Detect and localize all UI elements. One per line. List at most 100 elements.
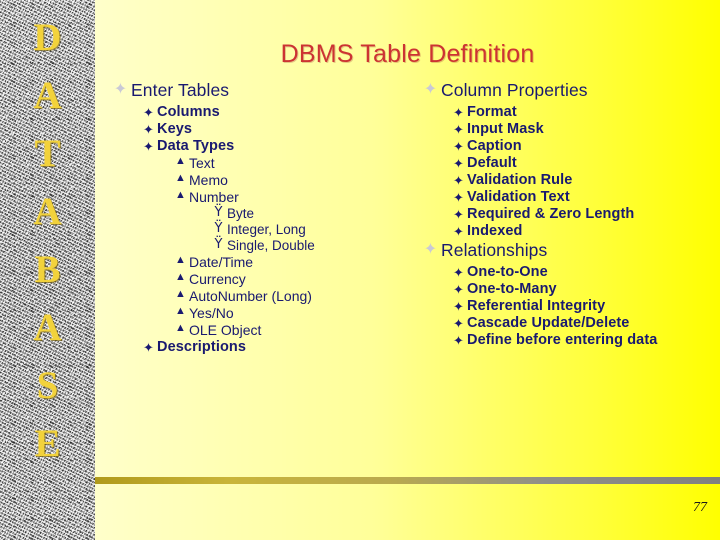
outline-item-label: Caption (467, 138, 522, 154)
footer-divider-rule (95, 477, 720, 484)
outline-item-label: Single, Double (227, 238, 315, 253)
outline-item-level-2: ✦ One-to-Many (450, 281, 720, 297)
outline-item-level-1: ✦ Relationships (420, 240, 720, 261)
bullet-level-1-icon: ✦ (113, 81, 128, 98)
outline-item-level-2: ✦ Keys (140, 121, 420, 137)
bullet-level-3-icon: ▲ (175, 322, 186, 334)
bullet-level-4-icon: Ÿ (214, 205, 223, 220)
sidebar-letter: B (34, 248, 61, 291)
emphasised-word: before (516, 332, 561, 348)
outline-item-label: Indexed (467, 223, 523, 239)
outline-item-level-1: ✦ Column Properties (420, 80, 720, 101)
bullet-level-2-icon: ✦ (143, 340, 154, 355)
bullet-level-2-icon: ✦ (143, 122, 154, 137)
outline-item-label: Byte (227, 206, 255, 221)
outline-item-label: Column Properties (441, 80, 588, 100)
outline-item-label: Relationships (441, 240, 548, 260)
outline-item-level-3: ▲ Memo (172, 172, 420, 188)
outline-item-level-2: ✦ Input Mask (450, 121, 720, 137)
outline-item-level-2: ✦ Descriptions (140, 339, 420, 355)
outline-item-label: Format (467, 104, 517, 120)
bullet-level-3-icon: ▲ (175, 189, 186, 201)
outline-item-label: Currency (189, 271, 246, 287)
outline-item-level-3: ▲ Date/Time (172, 254, 420, 270)
bullet-level-2-icon: ✦ (453, 139, 464, 154)
bullet-level-2-icon: ✦ (453, 299, 464, 314)
outline-item-level-2: ✦ Required & Zero Length (450, 206, 720, 222)
outline-item-level-2: ✦ Validation Rule (450, 172, 720, 188)
bullet-level-3-icon: ▲ (175, 254, 186, 266)
bullet-level-2-icon: ✦ (453, 207, 464, 222)
bullet-level-2-icon: ✦ (453, 224, 464, 239)
bullet-level-4-icon: Ÿ (214, 221, 223, 236)
outline-item-label: OLE Object (189, 322, 262, 338)
outline-item-level-2: ✦ Cascade Update/Delete (450, 315, 720, 331)
sidebar-letter: S (36, 364, 59, 407)
bullet-level-1-icon: ✦ (423, 241, 438, 258)
outline-item-level-4: Ÿ Single, Double (210, 238, 420, 253)
outline-item-level-2: ✦ Indexed (450, 223, 720, 239)
outline-item-level-2: ✦ Caption (450, 138, 720, 154)
outline-item-label: Validation Rule (467, 172, 573, 188)
bullet-level-3-icon: ▲ (175, 271, 186, 283)
outline-item-label: Descriptions (157, 339, 247, 355)
outline-item-level-2: ✦ Validation Text (450, 189, 720, 205)
bullet-level-3-icon: ▲ (175, 155, 186, 167)
sidebar-granite-band: DATABASE (0, 0, 95, 540)
sidebar-vertical-word: DATABASE (0, 18, 95, 482)
outline-item-label: Referential Integrity (467, 298, 606, 314)
outline-column-right: ✦ Column Properties ✦ Format ✦ Input Mask ✦ Cap… (420, 80, 720, 349)
outline-item-level-2: ✦ Columns (140, 104, 420, 120)
outline-item-level-2: ✦ Format (450, 104, 720, 120)
bullet-level-2-icon: ✦ (453, 316, 464, 331)
outline-item-label: Integer, Long (227, 222, 306, 237)
outline-item-level-3: ▲ Text (172, 155, 420, 171)
bullet-level-2-icon: ✦ (453, 173, 464, 188)
outline-item-label: Date/Time (189, 254, 254, 270)
bullet-level-2-icon: ✦ (453, 282, 464, 297)
outline-item-level-2: ✦ Referential Integrity (450, 298, 720, 314)
outline-item-label: Validation Text (467, 189, 570, 205)
outline-item-label: Data Types (157, 138, 235, 154)
bullet-level-2-icon: ✦ (453, 190, 464, 205)
bullet-level-3-icon: ▲ (175, 172, 186, 184)
page-title: DBMS Table Definition (280, 40, 535, 68)
sidebar-letter: A (33, 74, 62, 117)
outline-item-label: One-to-Many (467, 281, 557, 297)
outline-item-label: Number (189, 189, 239, 205)
outline-item-level-3: ▲ Number (172, 189, 420, 205)
outline-item-label: Input Mask (467, 121, 544, 137)
outline-item-level-3: ▲ Currency (172, 271, 420, 287)
page-number: 77 (693, 500, 707, 515)
outline-item-label: Default (467, 155, 517, 171)
bullet-level-1-icon: ✦ (423, 81, 438, 98)
sidebar-letter: A (33, 306, 62, 349)
bullet-level-2-icon: ✦ (143, 105, 154, 120)
outline-item-label: Define before entering data (467, 332, 658, 348)
sidebar-letter: D (33, 16, 62, 59)
outline-item-level-1: ✦ Enter Tables (110, 80, 420, 101)
bullet-level-2-icon: ✦ (453, 156, 464, 171)
outline-item-label: Columns (157, 104, 220, 120)
bullet-level-4-icon: Ÿ (214, 237, 223, 252)
bullet-level-3-icon: ▲ (175, 305, 186, 317)
bullet-level-2-icon: ✦ (453, 333, 464, 348)
outline-item-label: Text (189, 155, 215, 171)
outline-item-level-3: ▲ AutoNumber (Long) (172, 288, 420, 304)
outline-item-label: Cascade Update/Delete (467, 315, 630, 331)
outline-item-level-4: Ÿ Byte (210, 206, 420, 221)
outline-item-label: One-to-One (467, 264, 548, 280)
outline-item-level-2: ✦ One-to-One (450, 264, 720, 280)
outline-item-level-2: ✦ Data Types (140, 138, 420, 154)
outline-item-level-2: ✦ Default (450, 155, 720, 171)
sidebar-letter: T (34, 132, 61, 175)
sidebar-letter: A (33, 190, 62, 233)
sidebar-letter: E (34, 422, 61, 465)
outline-item-level-4: Ÿ Integer, Long (210, 222, 420, 237)
outline-item-label: Yes/No (189, 305, 234, 321)
bullet-level-3-icon: ▲ (175, 288, 186, 300)
outline-item-label: Keys (157, 121, 193, 137)
outline-item-label: Required & Zero Length (467, 206, 635, 222)
outline-item-level-3: ▲ Yes/No (172, 305, 420, 321)
outline-item-level-2: ✦ Define before entering data (450, 332, 720, 348)
